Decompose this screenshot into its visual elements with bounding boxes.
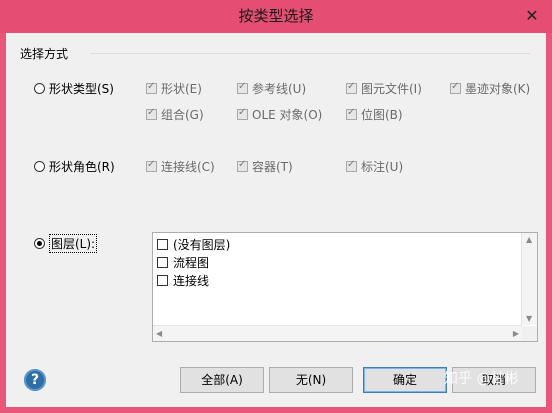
checkbox-box xyxy=(237,159,248,172)
checkbox-ole: OLE 对象(O) xyxy=(237,106,322,123)
list-item[interactable]: 连接线 xyxy=(157,272,209,289)
checkbox-box xyxy=(146,107,157,120)
checkbox-box xyxy=(346,159,357,172)
checkbox-label: 位图(B) xyxy=(361,108,403,122)
scroll-up-icon[interactable]: ▲ xyxy=(526,235,532,244)
checkbox-box xyxy=(346,107,357,120)
layer-listbox[interactable]: (没有图层) 流程图 连接线 ▲ ▼ ◀ ▶ xyxy=(152,232,538,342)
checkbox-label: OLE 对象(O) xyxy=(252,108,323,122)
group-divider xyxy=(90,53,530,54)
checkbox-callout: 标注(U) xyxy=(346,158,403,175)
checkbox-label: 连接线(C) xyxy=(161,160,215,174)
scroll-down-icon[interactable]: ▼ xyxy=(526,314,532,323)
checkbox-label: 形状(E) xyxy=(161,82,202,96)
radio-button[interactable] xyxy=(34,161,45,172)
select-all-button[interactable]: 全部(A) xyxy=(180,367,264,393)
scrollbar-corner xyxy=(522,326,537,341)
checkbox-box xyxy=(146,81,157,94)
checkbox-label: 标注(U) xyxy=(361,160,404,174)
list-item-label: 连接线 xyxy=(173,274,210,288)
radio-button[interactable] xyxy=(34,83,45,94)
checkbox-guide: 参考线(U) xyxy=(237,80,306,97)
checkbox-box xyxy=(237,81,248,94)
checkbox-box xyxy=(346,81,357,94)
radio-button-selected[interactable] xyxy=(34,238,45,249)
radio-layer[interactable]: 图层(L): xyxy=(34,234,98,253)
checkbox-box xyxy=(146,159,157,172)
checkbox-metafile: 图元文件(I) xyxy=(346,80,422,97)
group-label: 选择方式 xyxy=(20,47,69,61)
checkbox-shape: 形状(E) xyxy=(146,80,202,97)
list-item-label: (没有图层) xyxy=(173,238,231,252)
horizontal-scrollbar[interactable]: ◀ ▶ xyxy=(153,325,522,341)
checkbox-box xyxy=(237,107,248,120)
checkbox-label: 图元文件(I) xyxy=(361,82,422,96)
checkbox-box xyxy=(450,81,461,94)
vertical-scrollbar[interactable]: ▲ ▼ xyxy=(521,233,537,325)
checkbox-label: 参考线(U) xyxy=(252,82,307,96)
watermark-text: 知乎 @甘彬 xyxy=(444,371,519,387)
checkbox-connector: 连接线(C) xyxy=(146,158,215,175)
checkbox-container: 容器(T) xyxy=(237,158,293,175)
checkbox-label: 容器(T) xyxy=(252,160,293,174)
close-icon: ✕ xyxy=(525,6,539,25)
select-none-button[interactable]: 无(N) xyxy=(269,367,353,393)
checkbox-box[interactable] xyxy=(157,275,168,286)
checkbox-group: 组合(G) xyxy=(146,106,204,123)
question-mark-icon[interactable]: ? xyxy=(24,369,46,391)
radio-shape-type-label: 形状类型(S) xyxy=(49,82,114,96)
radio-shape-type[interactable]: 形状类型(S) xyxy=(34,80,114,97)
radio-shape-role[interactable]: 形状角色(R) xyxy=(34,158,115,175)
list-item-label: 流程图 xyxy=(173,256,210,270)
checkbox-box[interactable] xyxy=(157,257,168,268)
checkbox-bitmap: 位图(B) xyxy=(346,106,403,123)
list-item[interactable]: (没有图层) xyxy=(157,236,230,253)
list-item[interactable]: 流程图 xyxy=(157,254,209,271)
scroll-right-icon[interactable]: ▶ xyxy=(513,329,519,338)
dialog-body: 选择方式 形状类型(S) 形状(E) 参考线(U) 图元文件(I) 墨迹对象(K… xyxy=(6,33,546,407)
checkbox-label: 组合(G) xyxy=(161,108,204,122)
close-button[interactable]: ✕ xyxy=(520,6,544,26)
checkbox-label: 墨迹对象(K) xyxy=(465,82,531,96)
radio-shape-role-label: 形状角色(R) xyxy=(49,160,115,174)
radio-layer-label: 图层(L): xyxy=(49,234,98,253)
dialog-title: 按类型选择 xyxy=(238,7,314,25)
scroll-left-icon[interactable]: ◀ xyxy=(156,329,162,338)
selection-method-group: 选择方式 形状类型(S) 形状(E) 参考线(U) 图元文件(I) 墨迹对象(K… xyxy=(14,43,538,343)
checkbox-ink: 墨迹对象(K) xyxy=(450,80,530,97)
ok-button[interactable]: 确定 xyxy=(363,367,447,393)
checkbox-box[interactable] xyxy=(157,239,168,250)
